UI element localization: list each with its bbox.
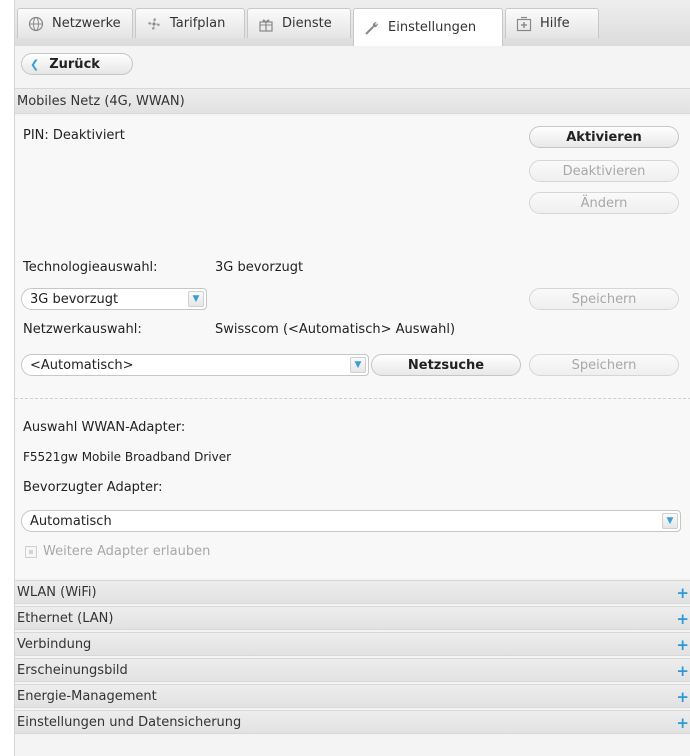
preferred-adapter-value: Automatisch <box>30 513 112 529</box>
tab-label: Dienste <box>282 16 332 31</box>
deactivate-button[interactable]: Deaktivieren <box>529 160 679 182</box>
back-button[interactable]: ❮ Zurück <box>21 53 133 75</box>
section-title: Energie-Management <box>17 688 157 704</box>
network-select[interactable]: <Automatisch> ▼ <box>21 354 369 376</box>
tab-label: Tarifplan <box>170 16 226 31</box>
tab-label: Netzwerke <box>52 16 121 31</box>
section-mobile-header[interactable]: Mobiles Netz (4G, WWAN) <box>15 88 690 114</box>
back-row: ❮ Zurück <box>15 46 690 80</box>
preferred-adapter-label: Bevorzugter Adapter: <box>23 480 163 495</box>
section-title: Erscheinungsbild <box>17 662 128 678</box>
expand-icon: + <box>676 714 689 732</box>
mobile-network-panel: PIN: Deaktiviert Aktivieren Deaktivieren… <box>15 116 690 578</box>
expand-icon: + <box>676 662 689 680</box>
section-erscheinungsbild[interactable]: Erscheinungsbild + <box>15 658 690 682</box>
section-title: Einstellungen und Datensicherung <box>17 714 242 730</box>
gift-icon <box>258 16 274 32</box>
help-icon <box>516 16 532 32</box>
section-title: Mobiles Netz (4G, WWAN) <box>17 93 185 109</box>
preferred-adapter-select[interactable]: Automatisch ▼ <box>21 510 681 532</box>
divider <box>15 398 690 399</box>
globe-icon <box>28 16 44 32</box>
save-network-button[interactable]: Speichern <box>529 354 679 376</box>
tab-hilfe[interactable]: Hilfe <box>505 8 599 38</box>
expand-icon: + <box>676 610 689 628</box>
activate-button[interactable]: Aktivieren <box>529 126 679 148</box>
chevron-left-icon: ❮ <box>30 57 40 71</box>
adapter-heading: Auswahl WWAN-Adapter: <box>23 420 186 435</box>
section-datensicherung[interactable]: Einstellungen und Datensicherung + <box>15 710 690 734</box>
chevron-down-icon: ▼ <box>662 513 678 529</box>
section-verbindung[interactable]: Verbindung + <box>15 632 690 656</box>
network-label: Netzwerkauswahl: <box>23 322 142 337</box>
back-label: Zurück <box>49 56 100 72</box>
expand-icon: + <box>676 636 689 654</box>
network-value: Swisscom (<Automatisch> Auswahl) <box>215 322 456 337</box>
expand-icon: + <box>676 688 689 706</box>
pin-status: PIN: Deaktiviert <box>23 128 125 143</box>
tab-tarifplan[interactable]: Tarifplan <box>135 8 245 38</box>
save-technology-button[interactable]: Speichern <box>529 288 679 310</box>
change-pin-button[interactable]: Ändern <box>529 192 679 214</box>
section-energie[interactable]: Energie-Management + <box>15 684 690 708</box>
fan-icon <box>146 16 162 32</box>
section-wlan[interactable]: WLAN (WiFi) + <box>15 580 690 604</box>
technology-select-value: 3G bevorzugt <box>30 291 119 307</box>
chevron-down-icon: ▼ <box>350 357 366 373</box>
tab-label: Einstellungen <box>388 20 477 35</box>
wrench-icon <box>364 20 380 36</box>
section-title: Verbindung <box>17 636 92 652</box>
allow-more-adapters-label: Weitere Adapter erlauben <box>43 544 211 559</box>
section-title: Ethernet (LAN) <box>17 610 114 626</box>
settings-window: Netzwerke Tarifplan Dienste Einstellunge… <box>14 0 690 756</box>
tab-bar: Netzwerke Tarifplan Dienste Einstellunge… <box>15 0 690 46</box>
section-title: WLAN (WiFi) <box>17 584 97 600</box>
adapter-name: F5521gw Mobile Broadband Driver <box>23 450 232 464</box>
technology-select[interactable]: 3G bevorzugt ▼ <box>21 288 207 310</box>
chevron-down-icon: ▼ <box>188 291 204 307</box>
expand-icon: + <box>676 584 689 602</box>
tab-einstellungen[interactable]: Einstellungen <box>353 8 503 46</box>
network-select-value: <Automatisch> <box>30 357 134 373</box>
tab-netzwerke[interactable]: Netzwerke <box>17 8 133 38</box>
technology-value: 3G bevorzugt <box>215 260 304 275</box>
allow-more-adapters-checkbox[interactable] <box>25 546 37 558</box>
network-search-button[interactable]: Netzsuche <box>371 354 521 376</box>
tab-dienste[interactable]: Dienste <box>247 8 351 38</box>
technology-label: Technologieauswahl: <box>23 260 158 275</box>
tab-label: Hilfe <box>540 16 570 31</box>
section-ethernet[interactable]: Ethernet (LAN) + <box>15 606 690 630</box>
